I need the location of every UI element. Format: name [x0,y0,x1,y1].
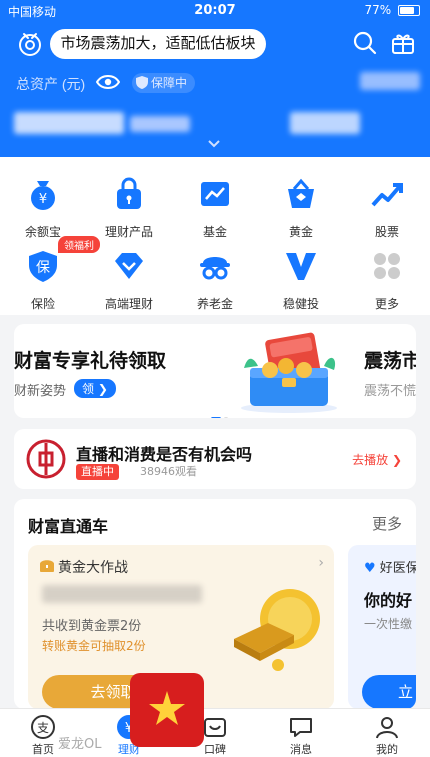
watermark-logo [130,673,204,747]
welfare-tag: 领福利 [58,236,100,253]
grid-label: 稳健投 [282,297,319,311]
grid-item-fund[interactable]: 基金 [172,167,258,239]
tab-label: 消息 [290,743,312,756]
protection-badge[interactable]: 保障中 [132,73,196,93]
tab-label: 我的 [376,743,398,756]
health-card-heading: 你的好 [364,591,413,610]
live-replay-link[interactable]: 去播放 ❯ [352,451,402,468]
live-stream-card[interactable]: 直播和消费是否有机会吗 直播中 38946观看 去播放 ❯ [14,429,416,489]
live-replay-label: 去播放 [352,453,389,467]
svg-text:¥: ¥ [39,192,47,207]
diamond-icon [115,253,143,279]
promo-carousel[interactable]: 财富专享礼待领取 财新姿势 领 ❯ 震荡市 震荡不慌 [14,324,416,418]
health-card-sub: 一次性缴 [364,617,413,631]
grid-item-yuebao[interactable]: ¥ 余额宝 [0,167,86,239]
yuebao-icon: ¥ [31,181,55,210]
treasure-chest-icon [40,560,54,572]
treasure-box-illustration [241,332,337,413]
health-card-title-text: 好医保 [379,561,416,576]
hidden-asset-value [14,112,124,134]
koubei-icon [204,718,226,737]
gold-card-sub2: 转账黄金可抽取2份 [42,639,146,653]
home-icon: 支 [31,715,55,739]
gold-bag-icon [288,178,314,208]
grid-label: 高端理财 [104,297,153,311]
hidden-yield-value [290,112,360,134]
search-icon[interactable] [352,30,378,56]
status-bar: 中国移动 20:07 77% [0,0,430,22]
grid-label: 保险 [30,297,55,311]
grid-label: 股票 [374,225,399,239]
battery-indicator: 77% [364,3,420,17]
svg-text:支: 支 [37,721,49,735]
grid-item-more[interactable]: 更多 [344,239,430,311]
total-assets-label: 总资产 (元) [16,76,86,92]
promo-claim-label: 领 [82,382,95,396]
market-banner[interactable]: 市场震荡加大，适配低估板块 [50,29,266,59]
hidden-gold-amount [42,585,202,603]
insurance-shield-icon: 保 [29,251,57,282]
live-title: 直播和消费是否有机会吗 [76,445,253,464]
grid-item-gold[interactable]: 黄金 [258,167,344,239]
watermark-text: 爱龙OL [58,737,102,752]
fund-chart-icon [201,182,229,206]
gift-icon[interactable] [390,30,416,56]
more-link[interactable]: 更多 [372,513,402,534]
battery-icon [398,5,420,16]
stock-trend-icon [371,183,403,207]
promo-claim-button[interactable]: 领 ❯ [74,379,116,398]
promo-subtitle-2: 震荡不慌 [364,384,416,399]
grid-label: 理财产品 [104,225,153,239]
grid-label: 养老金 [196,297,233,311]
asset-header: 市场震荡加大，适配低估板块 总资产 (元) 保障中 [0,22,430,157]
live-views: 38946观看 [140,465,197,478]
grid-item-wealth-product[interactable]: 理财产品 [86,167,172,239]
grid-item-high-end[interactable]: 高端理财 [86,239,172,311]
promo-title-2: 震荡市 [364,350,416,372]
live-badge: 直播中 [76,464,119,480]
grid-item-stock[interactable]: 股票 [344,167,430,239]
promo-title: 财富专享礼待领取 [14,351,167,372]
hidden-asset-value-2 [130,116,190,132]
shield-icon [136,76,148,89]
message-icon [290,718,312,737]
lock-bag-icon [117,177,141,209]
logo-icon[interactable] [16,30,44,58]
eye-icon[interactable] [96,73,120,91]
tab-messages[interactable]: 消息 [258,709,344,757]
carousel-indicator [211,408,231,418]
pension-icon [200,257,230,280]
section-title: 财富直通车 [28,517,109,536]
tab-mine[interactable]: 我的 [344,709,430,757]
chevron-right-icon: › [318,555,324,571]
gold-card-title: 黄金大作战 [58,559,128,575]
grid-item-pension[interactable]: 养老金 [172,239,258,311]
svg-text:保: 保 [36,260,50,276]
health-button[interactable]: 立 [362,675,416,709]
v-icon [286,253,316,280]
hidden-yield-value-2 [360,72,420,90]
battery-percent: 77% [364,3,392,17]
promo-subtitle: 财新姿势 [14,384,67,399]
watermark-star-icon [149,691,185,725]
grid-label: 更多 [374,297,399,311]
grid-label: 基金 [202,225,227,239]
health-card-title: ♥ 好医保 [364,557,416,576]
chevron-down-icon[interactable] [205,138,223,150]
wealth-express-card: 财富直通车 更多 黄金大作战 › 共收到黄金票2份 转账黄金可抽取2份 去领取 … [14,499,416,709]
grid-label: 黄金 [288,225,313,239]
protection-label: 保障中 [151,76,188,90]
more-grid-icon [374,253,400,279]
health-insurance-card[interactable]: ♥ 好医保 你的好 一次性缴 立 [348,545,416,709]
bank-logo-icon [26,439,66,479]
profile-icon [376,717,398,739]
gold-card-sub1: 共收到黄金票2份 [42,619,142,634]
grid-item-steady[interactable]: 稳健投 [258,239,344,311]
gold-bar-illustration [234,589,320,671]
